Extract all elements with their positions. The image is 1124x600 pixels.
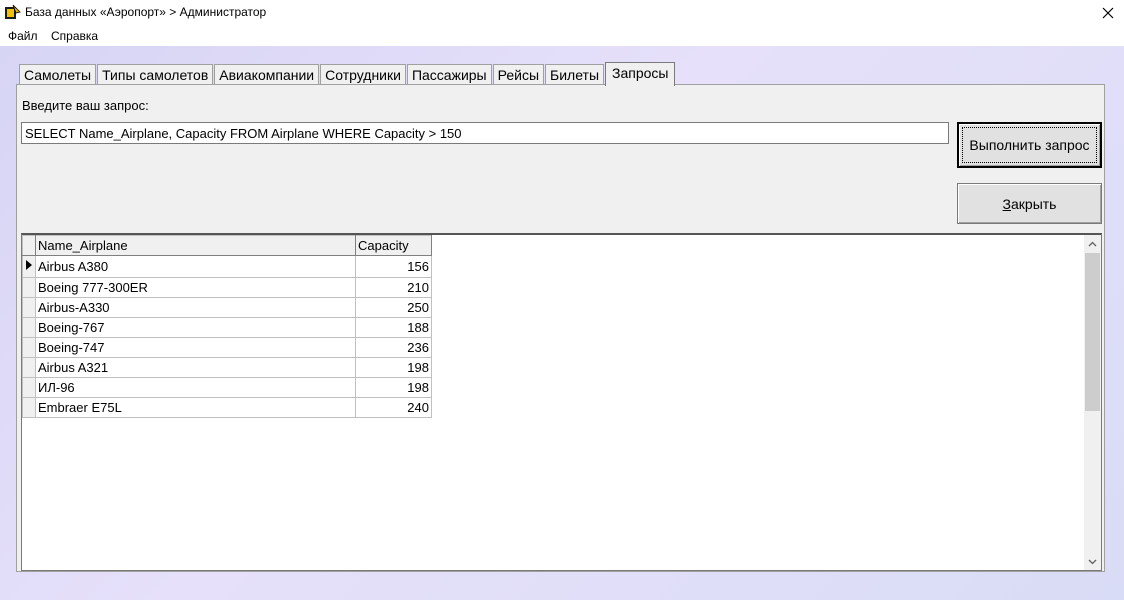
table-row[interactable]: Airbus A321 198 xyxy=(22,357,432,378)
vertical-scrollbar[interactable] xyxy=(1084,235,1101,570)
menu-file[interactable]: Файл xyxy=(8,29,38,43)
tab-passengers[interactable]: Пассажиры xyxy=(406,64,492,85)
cell-capacity[interactable]: 198 xyxy=(355,357,432,378)
cell-name[interactable]: Boeing-747 xyxy=(35,337,356,358)
query-label: Введите ваш запрос: xyxy=(22,98,149,113)
tab-employees[interactable]: Сотрудники xyxy=(320,64,406,85)
column-header-name[interactable]: Name_Airplane xyxy=(35,235,356,256)
row-indicator[interactable] xyxy=(22,337,36,358)
cell-capacity[interactable]: 156 xyxy=(355,255,432,278)
chevron-down-icon xyxy=(1088,559,1097,564)
scroll-down-button[interactable] xyxy=(1084,553,1101,570)
row-indicator[interactable] xyxy=(22,357,36,378)
cell-name[interactable]: Airbus-A330 xyxy=(35,297,356,318)
cell-capacity[interactable]: 198 xyxy=(355,377,432,398)
cell-name[interactable]: Airbus A380 xyxy=(35,255,356,278)
close-icon xyxy=(1102,7,1114,19)
table-row[interactable]: Embraer E75L 240 xyxy=(22,397,432,418)
cell-name[interactable]: Airbus A321 xyxy=(35,357,356,378)
cell-capacity[interactable]: 236 xyxy=(355,337,432,358)
chevron-up-icon xyxy=(1088,241,1097,246)
results-table: Name_Airplane Capacity Airbus A380 156 B… xyxy=(22,235,432,418)
table-row[interactable]: Boeing 777-300ER 210 xyxy=(22,277,432,298)
row-indicator-header xyxy=(22,235,36,256)
column-header-capacity[interactable]: Capacity xyxy=(355,235,432,256)
table-row[interactable]: Airbus-A330 250 xyxy=(22,297,432,318)
menu-help[interactable]: Справка xyxy=(51,29,98,43)
tab-strip: Самолеты Типы самолетов Авиакомпании Сот… xyxy=(19,62,676,86)
tab-tickets[interactable]: Билеты xyxy=(545,64,605,85)
close-button[interactable]: Закрыть xyxy=(957,183,1102,224)
row-indicator[interactable] xyxy=(22,297,36,318)
cell-capacity[interactable]: 188 xyxy=(355,317,432,338)
app-icon xyxy=(5,4,21,19)
row-indicator[interactable] xyxy=(22,277,36,298)
grid-header-row: Name_Airplane Capacity xyxy=(22,235,432,256)
table-row[interactable]: Airbus A380 156 xyxy=(22,255,432,278)
title-bar: База данных «Аэропорт» > Администратор xyxy=(0,0,1124,26)
tab-flights[interactable]: Рейсы xyxy=(492,64,545,85)
scroll-up-button[interactable] xyxy=(1084,235,1101,252)
table-row[interactable]: ИЛ-96 198 xyxy=(22,377,432,398)
tab-airplane-types[interactable]: Типы самолетов xyxy=(97,64,214,85)
tab-airplanes[interactable]: Самолеты xyxy=(19,64,97,85)
window-close-button[interactable] xyxy=(1092,0,1124,26)
row-indicator[interactable] xyxy=(22,255,36,278)
results-grid[interactable]: Name_Airplane Capacity Airbus A380 156 B… xyxy=(21,233,1102,571)
menu-bar: Файл Справка xyxy=(0,26,1124,46)
focus-rect xyxy=(962,127,1097,163)
cell-capacity[interactable]: 250 xyxy=(355,297,432,318)
cell-capacity[interactable]: 240 xyxy=(355,397,432,418)
run-query-button[interactable]: Выполнить запрос xyxy=(957,122,1102,168)
row-indicator[interactable] xyxy=(22,377,36,398)
table-row[interactable]: Boeing-747 236 xyxy=(22,337,432,358)
query-input[interactable] xyxy=(21,122,949,144)
scrollbar-thumb[interactable] xyxy=(1085,253,1100,411)
cell-name[interactable]: ИЛ-96 xyxy=(35,377,356,398)
cell-name[interactable]: Boeing 777-300ER xyxy=(35,277,356,298)
tab-airlines[interactable]: Авиакомпании xyxy=(214,64,320,85)
row-indicator[interactable] xyxy=(22,317,36,338)
window-title: База данных «Аэропорт» > Администратор xyxy=(25,5,267,19)
row-indicator[interactable] xyxy=(22,397,36,418)
current-row-arrow-icon xyxy=(26,260,32,270)
tab-queries[interactable]: Запросы xyxy=(605,62,676,86)
cell-name[interactable]: Embraer E75L xyxy=(35,397,356,418)
close-button-label: Закрыть xyxy=(1002,195,1057,212)
table-row[interactable]: Boeing-767 188 xyxy=(22,317,432,338)
cell-capacity[interactable]: 210 xyxy=(355,277,432,298)
cell-name[interactable]: Boeing-767 xyxy=(35,317,356,338)
